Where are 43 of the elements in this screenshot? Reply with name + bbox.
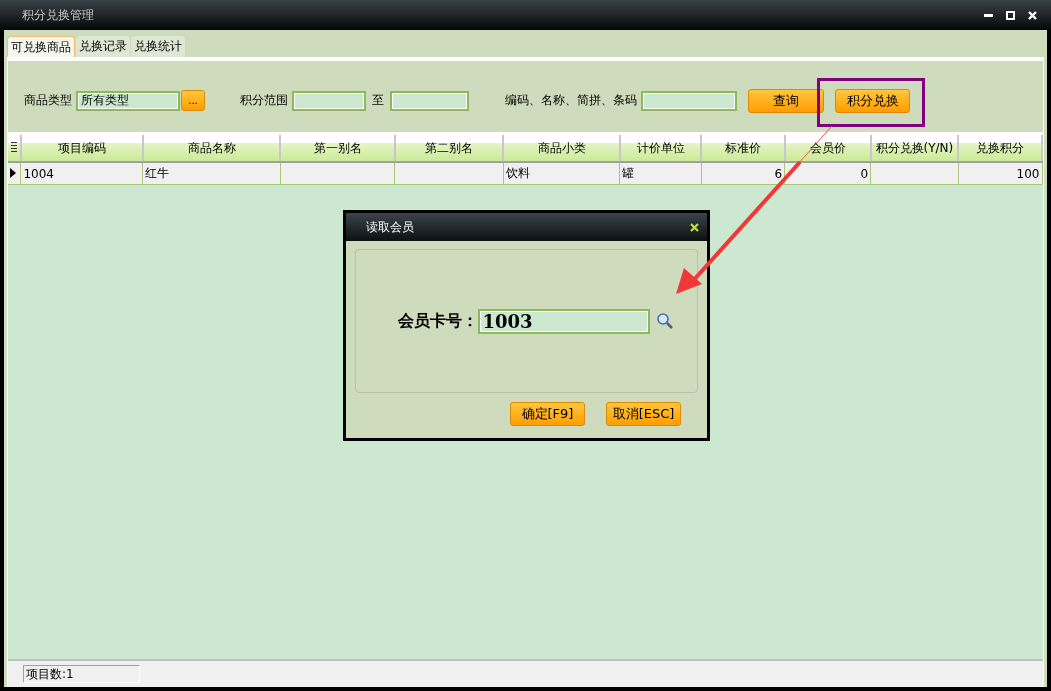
field-label: 商品类型: [24, 92, 72, 109]
field-label: 积分范围: [240, 92, 288, 109]
table-cell: 100: [1016, 166, 1040, 181]
field-label: 会员卡号：: [397, 310, 478, 332]
table-cell: 1004: [23, 166, 54, 181]
window-title: 积分兑换管理: [22, 6, 94, 24]
close-icon[interactable]: [690, 222, 699, 232]
tab[interactable]: 兑换记录: [76, 36, 130, 57]
browse-button[interactable]: ...: [181, 90, 205, 111]
tab[interactable]: 可兑换商品: [7, 36, 75, 57]
column-menu-icon[interactable]: [10, 142, 17, 152]
max-points-field[interactable]: [390, 90, 469, 111]
column-header[interactable]: 兑换积分: [958, 135, 1042, 162]
column-header[interactable]: 积分兑换(Y/N): [870, 135, 959, 162]
table-cell: 罐: [622, 166, 635, 180]
table-cell: 0: [860, 166, 869, 181]
column-header[interactable]: 商品名称: [142, 135, 281, 162]
range-separator: 至: [372, 92, 384, 109]
card-number-field[interactable]: 1003: [477, 308, 650, 334]
dialog-title: 读取会员: [366, 218, 414, 236]
column-header[interactable]: 标准价: [701, 135, 785, 162]
tab[interactable]: 兑换统计: [131, 36, 185, 57]
table-cell: 6: [774, 166, 783, 181]
column-header[interactable]: 商品小类: [503, 135, 620, 162]
keyword-field[interactable]: [641, 90, 737, 111]
min-points-field[interactable]: [292, 90, 366, 111]
maximize-icon[interactable]: [1006, 10, 1015, 20]
search-icon[interactable]: [655, 312, 674, 330]
item-count: 项目数:1: [23, 665, 140, 683]
cancel-button[interactable]: 取消[ESC]: [606, 402, 681, 426]
column-header[interactable]: 项目编码: [20, 135, 143, 162]
column-header[interactable]: 会员价: [784, 135, 871, 162]
field-label: 编码、名称、简拼、条码: [505, 92, 637, 109]
column-header[interactable]: 第一别名: [280, 135, 395, 162]
column-header[interactable]: 计价单位: [619, 135, 702, 162]
confirm-button[interactable]: 确定[F9]: [510, 402, 585, 426]
category-field[interactable]: 所有类型: [76, 90, 180, 111]
exchange-button[interactable]: 积分兑换: [835, 88, 910, 113]
table-cell: 红牛: [145, 166, 170, 180]
table-cell: 饮料: [505, 166, 530, 180]
minimize-icon[interactable]: [984, 13, 993, 17]
query-button[interactable]: 查询: [748, 88, 824, 113]
column-header[interactable]: 第二别名: [394, 135, 504, 162]
